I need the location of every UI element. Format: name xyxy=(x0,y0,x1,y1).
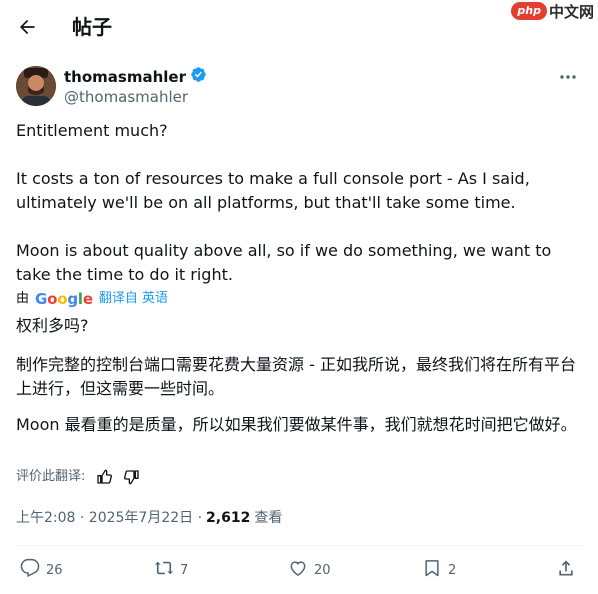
action-bar: 26 7 20 2 xyxy=(16,556,582,584)
reply-count: 26 xyxy=(46,562,63,578)
repost-icon xyxy=(154,558,174,582)
translate-source-link[interactable]: 翻译自 英语 xyxy=(99,290,168,308)
share-icon xyxy=(556,558,576,582)
post-meta: 上午2:08 · 2025年7月22日 · 2,612 查看 xyxy=(16,509,282,527)
post-text-paragraph: Entitlement much? xyxy=(16,121,168,140)
heart-icon xyxy=(288,558,308,582)
post-text-paragraph: Moon is about quality above all, so if w… xyxy=(16,241,552,284)
translated-text-paragraph: 制作完整的控制台端口需要花费大量资源 - 正如我所说，最终我们将在所有平台上进行… xyxy=(16,355,576,398)
rate-translation-row: 评价此翻译: xyxy=(16,468,141,486)
author-name[interactable]: thomasmahler xyxy=(64,67,186,87)
translation-by-label: 由 xyxy=(16,291,30,306)
translated-text-paragraph: Moon 最看重的是质量，所以如果我们要做某件事，我们就想花时间把它做好。 xyxy=(16,415,577,434)
avatar[interactable] xyxy=(16,66,56,106)
rate-translation-label: 评价此翻译: xyxy=(16,469,86,484)
post-timestamp[interactable]: 上午2:08 · 2025年7月22日 · xyxy=(16,509,202,527)
like-count: 20 xyxy=(314,562,331,578)
author-name-row: thomasmahler xyxy=(64,66,207,87)
thumbs-down-icon[interactable] xyxy=(123,468,141,486)
back-arrow-icon[interactable] xyxy=(14,14,40,40)
share-button[interactable] xyxy=(556,556,576,584)
thumbs-up-icon[interactable] xyxy=(95,468,113,486)
watermark-brand: php xyxy=(511,2,547,20)
top-bar: 帖子 php 中文网 xyxy=(0,0,598,54)
verified-badge-icon xyxy=(190,66,207,87)
watermark-logo: php 中文网 xyxy=(511,0,594,22)
more-options-icon[interactable] xyxy=(556,70,580,84)
watermark-text: 中文网 xyxy=(548,2,594,21)
views-count: 2,612 xyxy=(206,510,251,526)
bookmark-button[interactable]: 2 xyxy=(422,556,456,584)
translation-attribution: 由 Google 翻译自 英语 xyxy=(16,290,168,308)
divider xyxy=(16,545,582,546)
translated-text-paragraph: 权利多吗? xyxy=(16,316,89,335)
reply-button[interactable]: 26 xyxy=(20,556,63,584)
reply-icon xyxy=(20,558,40,582)
views-label: 查看 xyxy=(254,510,283,526)
bookmark-count: 2 xyxy=(448,562,457,578)
bookmark-icon xyxy=(422,558,442,582)
repost-button[interactable]: 7 xyxy=(154,556,188,584)
author-handle[interactable]: @thomasmahler xyxy=(64,87,188,107)
like-button[interactable]: 20 xyxy=(288,556,331,584)
post-text-paragraph: It costs a ton of resources to make a fu… xyxy=(16,169,530,212)
repost-count: 7 xyxy=(180,562,189,578)
google-logo: Google xyxy=(35,290,93,308)
page-title: 帖子 xyxy=(72,15,112,39)
